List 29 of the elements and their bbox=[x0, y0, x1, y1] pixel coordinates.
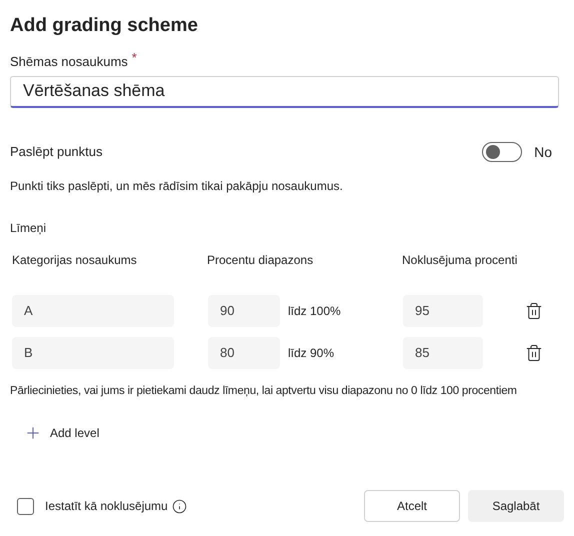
dialog-title: Add grading scheme bbox=[10, 14, 198, 38]
default-percent-field[interactable]: 85 bbox=[403, 336, 483, 368]
levels-label: Līmeņi bbox=[10, 220, 46, 236]
hide-points-label: Paslēpt punktus bbox=[10, 143, 103, 162]
toggle-switch[interactable] bbox=[482, 142, 522, 162]
category-name-field[interactable]: A bbox=[12, 294, 174, 326]
required-mark: * bbox=[132, 52, 137, 64]
add-level-button[interactable]: Add level bbox=[24, 424, 100, 442]
hide-points-description: Punkti tiks paslēpti, un mēs rādīsim tikai pakāpju nosaukumus. bbox=[10, 178, 343, 194]
cancel-button[interactable]: Atcelt bbox=[364, 490, 460, 522]
category-name-field[interactable]: B bbox=[12, 336, 174, 368]
default-checkbox[interactable] bbox=[17, 498, 34, 514]
range-from-field[interactable]: 90 bbox=[208, 294, 280, 326]
range-from-field[interactable]: 80 bbox=[208, 336, 280, 368]
default-checkbox-label: Iestatīt kā noklusējumu bbox=[45, 498, 168, 515]
column-header: Procentu diapazons bbox=[207, 252, 314, 268]
toggle-state: No bbox=[534, 142, 552, 162]
default-percent-field[interactable]: 95 bbox=[403, 294, 483, 326]
column-header: Noklusējuma procenti bbox=[402, 252, 518, 268]
trash-icon bbox=[525, 344, 543, 362]
save-button[interactable]: Saglabāt bbox=[468, 490, 564, 522]
levels-hint: Pārliecinieties, vai jums ir pietiekami daudz līmeņu, lai aptvertu visu diapazonu no 0 līdz 100 procentiem bbox=[10, 384, 517, 398]
column-header: Kategorijas nosaukums bbox=[12, 252, 137, 268]
field-label: Shēmas nosaukums bbox=[10, 53, 128, 71]
info-icon bbox=[172, 498, 187, 514]
trash-icon bbox=[525, 302, 543, 320]
scheme-name-field[interactable]: Vērtēšanas shēma bbox=[10, 76, 559, 108]
range-to-text: līdz 100% bbox=[288, 302, 342, 320]
range-to-text: līdz 90% bbox=[288, 344, 336, 362]
